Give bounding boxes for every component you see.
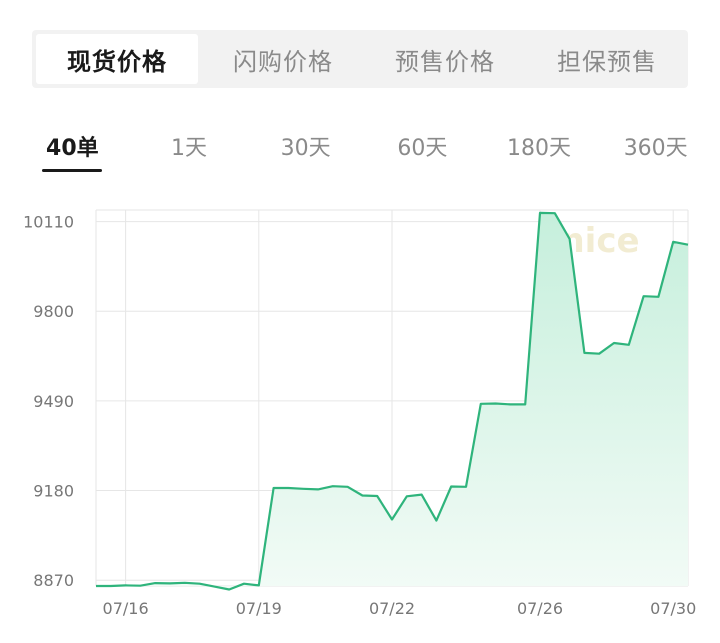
range-tab-0[interactable]: 40单 xyxy=(14,120,131,176)
y-tick-label: 9180 xyxy=(33,482,74,501)
price-chart: nice 887091809490980010110 07/16 07/19 07/… xyxy=(23,209,697,618)
range-tab-1[interactable]: 1天 xyxy=(131,120,248,176)
y-tick-label: 9490 xyxy=(33,392,74,411)
price-tab-3[interactable]: 担保预售 xyxy=(526,30,688,88)
y-tick-label: 9800 xyxy=(33,302,74,321)
price-tab-2[interactable]: 预售价格 xyxy=(364,30,526,88)
x-tick-label: 07/26 xyxy=(517,599,563,618)
y-tick-label: 10110 xyxy=(23,213,74,232)
y-tick-label: 8870 xyxy=(33,571,74,590)
x-tick-label: 07/22 xyxy=(369,599,415,618)
price-tab-1[interactable]: 闪购价格 xyxy=(202,30,364,88)
x-tick-label: 07/19 xyxy=(236,599,282,618)
x-tick-label: 07/30 xyxy=(650,599,696,618)
range-tab-3[interactable]: 60天 xyxy=(364,120,481,176)
range-tab-2[interactable]: 30天 xyxy=(247,120,364,176)
y-axis-ticks: 8870 9180 9490 9800 10110 xyxy=(23,213,74,591)
price-tab-0[interactable]: 现货价格 xyxy=(36,34,198,84)
time-range-tabs: 40单 1天 30天 60天 180天 360天 xyxy=(14,120,714,176)
range-tab-4[interactable]: 180天 xyxy=(481,120,598,176)
range-tab-5[interactable]: 360天 xyxy=(597,120,714,176)
x-axis-ticks: 07/16 07/19 07/22 07/26 07/30 xyxy=(103,599,697,618)
price-type-tabs: 现货价格 闪购价格 预售价格 担保预售 xyxy=(32,30,688,88)
x-tick-label: 07/16 xyxy=(103,599,149,618)
